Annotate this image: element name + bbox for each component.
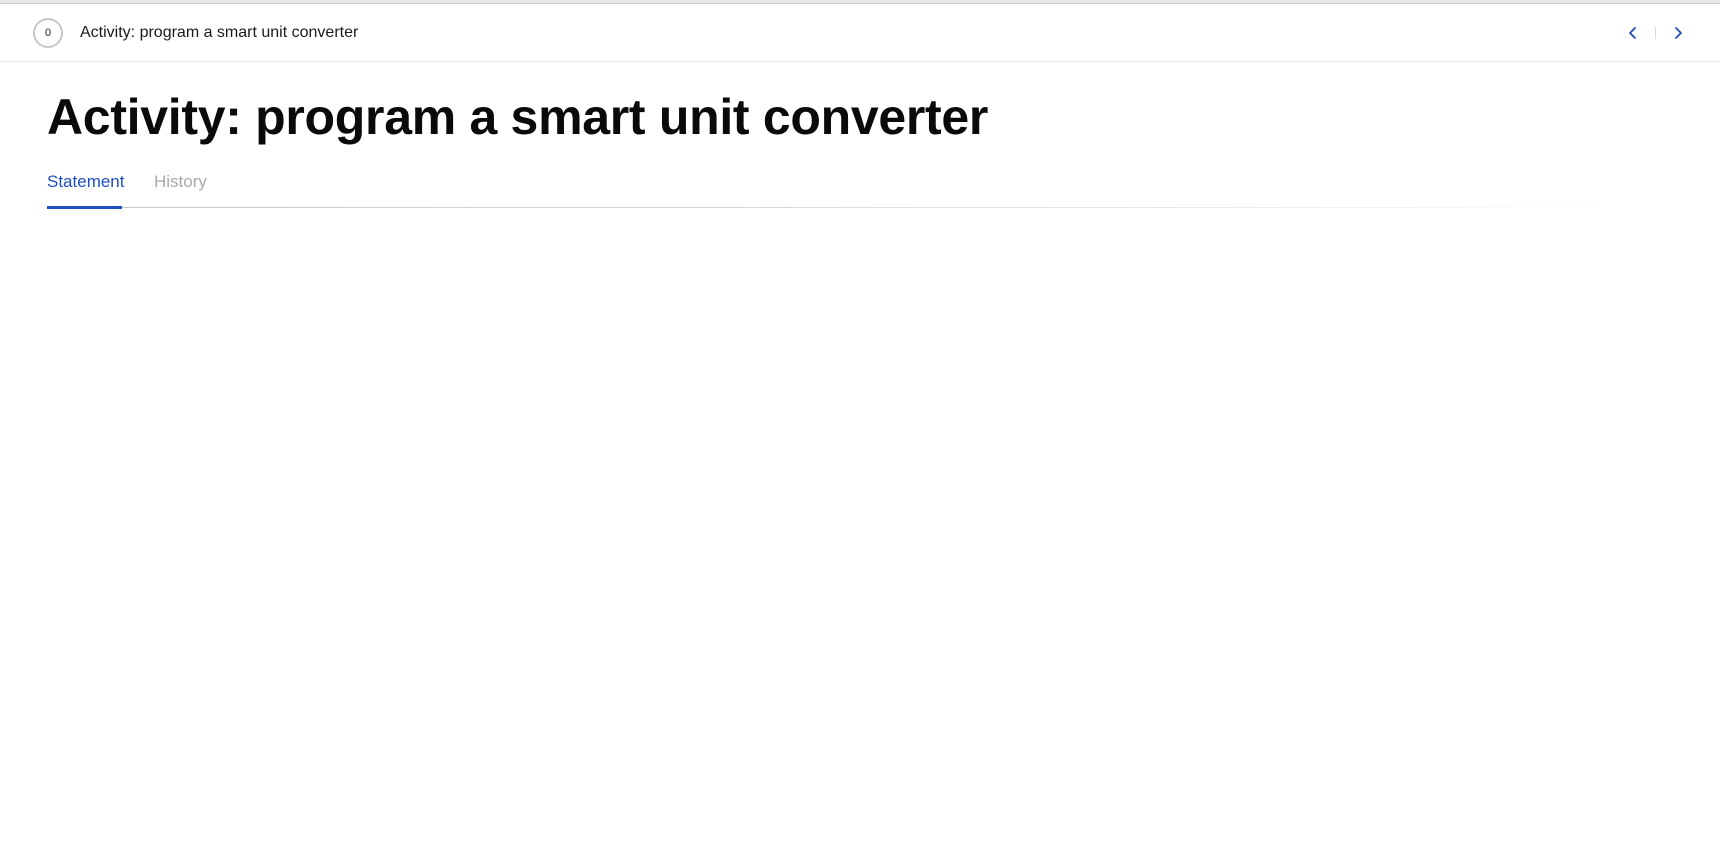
tab-history[interactable]: History: [154, 172, 207, 192]
pagination-controls: [1621, 19, 1690, 47]
tab-statement[interactable]: Statement: [47, 172, 125, 192]
tab-bar-divider: [47, 207, 1607, 208]
tab-history-label: History: [154, 172, 207, 191]
nav-divider: [1655, 27, 1656, 39]
top-bar: 0 Activity: program a smart unit convert…: [0, 4, 1720, 62]
topbar-title: Activity: program a smart unit converter: [80, 24, 359, 41]
tab-bar: Statement History: [47, 170, 1607, 209]
next-button[interactable]: [1666, 19, 1690, 47]
tab-statement-label: Statement: [47, 172, 125, 191]
previous-button[interactable]: [1621, 19, 1645, 47]
chevron-right-icon: [1675, 27, 1682, 39]
page-title: Activity: program a smart unit converter: [47, 89, 989, 145]
score-badge: 0: [33, 18, 63, 48]
chevron-left-icon: [1629, 27, 1636, 39]
active-tab-indicator: [47, 206, 122, 209]
